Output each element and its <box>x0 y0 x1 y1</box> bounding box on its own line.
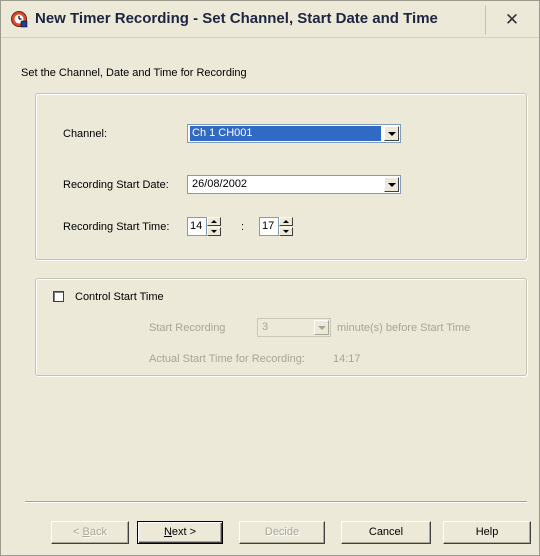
decide-label: Decide <box>264 526 300 538</box>
cancel-label: Cancel <box>368 526 404 538</box>
control-start-time-checkbox[interactable] <box>53 291 64 302</box>
close-icon: ✕ <box>504 10 520 29</box>
next-label: ext > <box>171 526 197 538</box>
start-date-select[interactable]: 26/08/2002 <box>187 175 401 194</box>
help-button[interactable]: Help <box>443 521 531 544</box>
minutes-before-value: 3 <box>262 321 269 333</box>
control-start-time-label[interactable]: Control Start Time <box>75 291 164 303</box>
start-date-label: Recording Start Date: <box>63 179 169 191</box>
start-time-label: Recording Start Time: <box>63 221 170 233</box>
dialog-window: New Timer Recording - Set Channel, Start… <box>0 0 540 556</box>
next-hotkey: N <box>163 526 172 538</box>
instruction-text: Set the Channel, Date and Time for Recor… <box>21 67 247 79</box>
back-button[interactable]: < Back <box>51 521 129 544</box>
title-bar[interactable]: New Timer Recording - Set Channel, Start… <box>1 1 539 38</box>
channel-label: Channel: <box>63 128 108 140</box>
channel-value: Ch 1 CH001 <box>190 126 381 141</box>
time-separator: : <box>241 221 245 233</box>
spin-down-icon[interactable] <box>207 227 221 236</box>
spin-up-icon[interactable] <box>279 217 293 226</box>
back-prefix: < <box>73 526 83 538</box>
spin-up-icon[interactable] <box>207 217 221 226</box>
minutes-before-select[interactable]: 3 <box>257 318 331 337</box>
start-minute-input[interactable]: 17 <box>259 217 279 236</box>
minute-spinner[interactable] <box>279 217 293 236</box>
cancel-button[interactable]: Cancel <box>341 521 431 544</box>
chevron-down-icon[interactable] <box>384 177 399 192</box>
minutes-before-suffix: minute(s) before Start Time <box>337 322 471 334</box>
footer-divider <box>25 501 527 503</box>
start-hour-input[interactable]: 14 <box>187 217 207 236</box>
actual-start-time-value: 14:17 <box>333 353 361 365</box>
window-title: New Timer Recording - Set Channel, Start… <box>35 10 438 27</box>
chevron-down-icon[interactable] <box>384 126 399 141</box>
help-label: Help <box>475 526 499 538</box>
back-label: ack <box>89 526 107 538</box>
close-button[interactable]: ✕ <box>485 5 538 35</box>
back-hotkey: B <box>82 526 90 538</box>
chevron-down-icon[interactable] <box>314 320 329 335</box>
channel-select[interactable]: Ch 1 CH001 <box>187 124 401 143</box>
decide-button[interactable]: Decide <box>239 521 325 544</box>
start-recording-label: Start Recording <box>149 322 226 334</box>
spin-down-icon[interactable] <box>279 227 293 236</box>
next-button[interactable]: Next > <box>137 521 223 544</box>
app-recording-icon <box>11 11 28 28</box>
actual-start-time-label: Actual Start Time for Recording: <box>149 353 305 365</box>
start-date-value: 26/08/2002 <box>192 178 248 190</box>
hour-spinner[interactable] <box>207 217 221 236</box>
